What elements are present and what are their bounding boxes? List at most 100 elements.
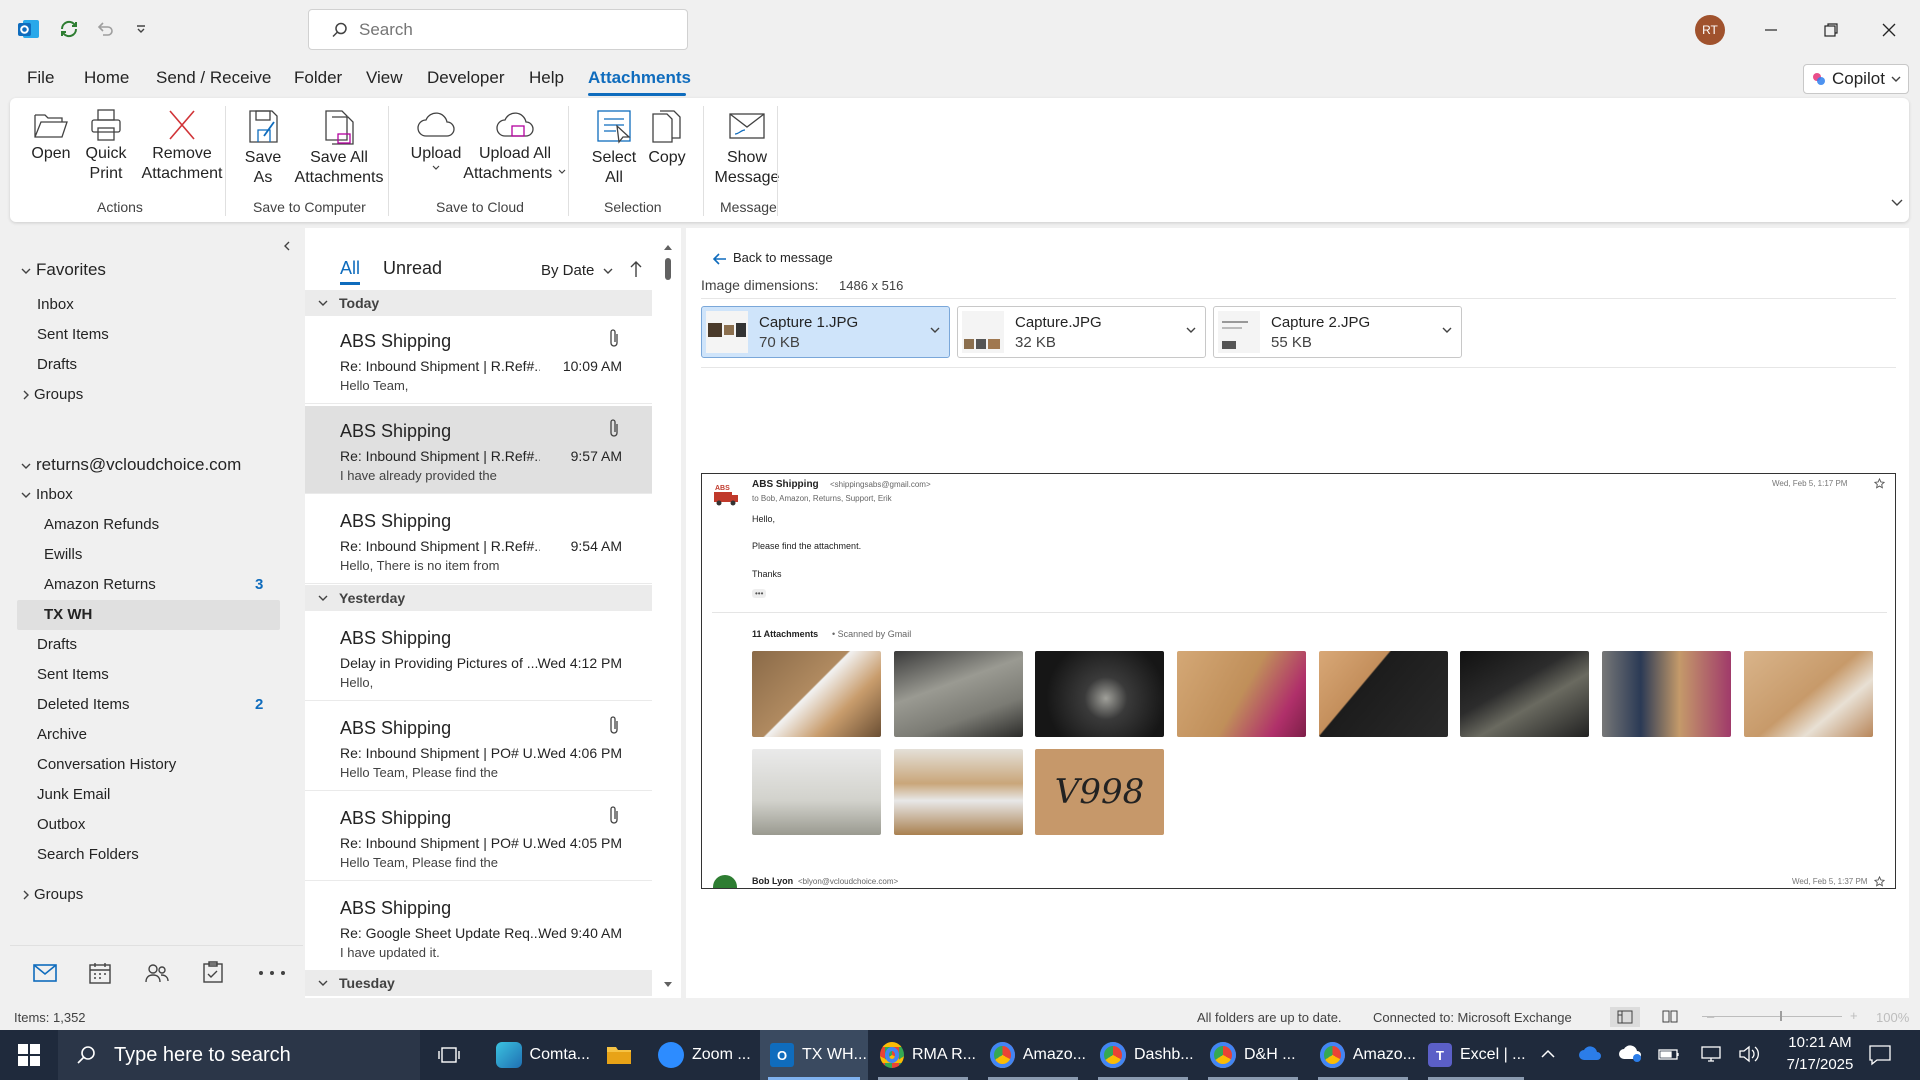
ribbon-collapse-icon[interactable] xyxy=(1890,198,1904,208)
more-apps-icon[interactable] xyxy=(258,970,286,976)
attachment-chip[interactable]: Capture 2.JPG 55 KB xyxy=(1213,306,1462,358)
zoom-level[interactable]: 100% xyxy=(1876,1010,1909,1025)
onedrive-icon[interactable] xyxy=(1578,1046,1602,1062)
group-header-tuesday[interactable]: Tuesday xyxy=(305,970,652,996)
quick-access-dropdown-icon[interactable] xyxy=(128,16,154,42)
search-input[interactable] xyxy=(359,19,659,40)
taskbar-search[interactable]: Type here to search xyxy=(58,1030,420,1080)
avatar[interactable]: RT xyxy=(1695,15,1725,45)
quick-print-button[interactable]: Quick Print xyxy=(83,108,129,184)
zoom-in-icon[interactable]: + xyxy=(1850,1008,1858,1023)
nav-ewills[interactable]: Ewills xyxy=(44,546,82,563)
show-hidden-icons-icon[interactable] xyxy=(1540,1048,1556,1060)
favorites-header[interactable]: Favorites xyxy=(20,260,106,280)
message-item-selected[interactable]: ABS Shipping Re: Inbound Shipment | R.Re… xyxy=(305,406,652,494)
menu-home[interactable]: Home xyxy=(84,68,129,88)
group-header-yesterday[interactable]: Yesterday xyxy=(305,585,652,611)
message-item[interactable]: ABS Shipping Delay in Providing Pictures… xyxy=(305,613,652,701)
nav-search-folders[interactable]: Search Folders xyxy=(37,846,139,863)
save-all-attachments-button[interactable]: Save All Attachments xyxy=(292,108,386,188)
message-item[interactable]: ABS Shipping Re: Inbound Shipment | PO# … xyxy=(305,793,652,881)
people-icon[interactable] xyxy=(144,961,170,985)
account-header[interactable]: returns@vcloudchoice.com xyxy=(20,455,241,475)
sort-by-date-button[interactable]: By Date xyxy=(541,262,614,279)
notifications-icon[interactable] xyxy=(1868,1044,1892,1066)
nav-tx-wh[interactable]: TX WH xyxy=(44,606,92,623)
battery-icon[interactable] xyxy=(1658,1046,1680,1062)
nav-inbox[interactable]: Inbox xyxy=(20,486,73,503)
volume-icon[interactable] xyxy=(1738,1045,1760,1063)
task-view-icon[interactable] xyxy=(438,1045,460,1065)
close-window-button[interactable] xyxy=(1866,10,1912,50)
search-box[interactable] xyxy=(308,9,688,50)
nav-fav-sent[interactable]: Sent Items xyxy=(37,326,109,343)
undo-icon[interactable] xyxy=(92,16,118,42)
zoom-out-icon[interactable]: – xyxy=(1707,1009,1714,1024)
group-header-today[interactable]: Today xyxy=(305,290,652,316)
message-list-scrollbar[interactable] xyxy=(661,240,675,992)
copy-button[interactable]: Copy xyxy=(642,108,692,168)
taskbar-app-outlook[interactable]: O TX WH... xyxy=(760,1030,868,1080)
nav-sent-items[interactable]: Sent Items xyxy=(37,666,109,683)
menu-file[interactable]: File xyxy=(27,68,54,88)
taskbar-app-file-explorer[interactable] xyxy=(594,1030,644,1080)
sort-direction-icon[interactable] xyxy=(630,260,642,278)
menu-attachments[interactable]: Attachments xyxy=(588,68,691,88)
save-as-button[interactable]: Save As xyxy=(242,108,284,188)
reading-view-icon[interactable] xyxy=(1662,1009,1678,1023)
calendar-icon[interactable] xyxy=(88,961,112,985)
onedrive-sync-icon[interactable] xyxy=(1618,1045,1642,1063)
network-icon[interactable] xyxy=(1700,1045,1722,1063)
restore-button[interactable] xyxy=(1808,10,1854,50)
normal-view-icon[interactable] xyxy=(1610,1007,1640,1027)
nav-groups[interactable]: Groups xyxy=(22,386,83,403)
back-to-message-link[interactable]: Back to message xyxy=(713,250,833,265)
nav-outbox[interactable]: Outbox xyxy=(37,816,85,833)
zoom-slider-thumb[interactable] xyxy=(1780,1011,1782,1021)
nav-fav-inbox[interactable]: Inbox xyxy=(37,296,74,313)
nav-conversation-history[interactable]: Conversation History xyxy=(37,756,176,773)
nav-amazon-returns[interactable]: Amazon Returns xyxy=(44,576,156,593)
taskbar-app-chrome[interactable]: RMA R... xyxy=(870,1030,976,1080)
menu-send-receive[interactable]: Send / Receive xyxy=(156,68,271,88)
windows-start-icon[interactable] xyxy=(18,1044,40,1066)
taskbar-app-chrome[interactable]: Amazo... xyxy=(980,1030,1086,1080)
chevron-down-icon[interactable] xyxy=(1185,325,1197,335)
tab-all[interactable]: All xyxy=(340,258,360,279)
minimize-button[interactable] xyxy=(1748,10,1794,50)
collapse-pane-icon[interactable] xyxy=(282,240,292,252)
message-item[interactable]: ABS Shipping Re: Google Sheet Update Req… xyxy=(305,883,652,971)
nav-archive[interactable]: Archive xyxy=(37,726,87,743)
message-item[interactable]: ABS Shipping Re: Inbound Shipment | PO# … xyxy=(305,703,652,791)
attachment-chip[interactable]: Capture.JPG 32 KB xyxy=(957,306,1206,358)
select-all-button[interactable]: Select All xyxy=(584,108,644,188)
taskbar-app-chrome[interactable]: Amazo... xyxy=(1310,1030,1416,1080)
remove-attachment-button[interactable]: Remove Attachment xyxy=(135,108,229,184)
taskbar-app-comtasker[interactable]: Comta... xyxy=(486,1030,590,1080)
taskbar-app-chrome[interactable]: Dashb... xyxy=(1090,1030,1196,1080)
message-item[interactable]: ABS Shipping Re: Inbound Shipment | R.Re… xyxy=(305,496,652,584)
nav-junk-email[interactable]: Junk Email xyxy=(37,786,110,803)
nav-amazon-refunds[interactable]: Amazon Refunds xyxy=(44,516,159,533)
clock-date[interactable]: 7/17/2025 xyxy=(1782,1056,1858,1073)
taskbar-app-teams[interactable]: T Excel | ... xyxy=(1420,1030,1532,1080)
mail-icon[interactable] xyxy=(32,962,58,984)
zoom-slider[interactable] xyxy=(1702,1016,1842,1017)
menu-developer[interactable]: Developer xyxy=(427,68,505,88)
upload-all-attachments-button[interactable]: Upload All Attachments xyxy=(460,108,570,184)
tasks-icon[interactable] xyxy=(202,960,224,984)
menu-view[interactable]: View xyxy=(366,68,403,88)
nav-deleted-items[interactable]: Deleted Items xyxy=(37,696,130,713)
menu-help[interactable]: Help xyxy=(529,68,564,88)
taskbar-app-chrome[interactable]: D&H ... xyxy=(1200,1030,1306,1080)
chevron-down-icon[interactable] xyxy=(929,325,941,335)
menu-folder[interactable]: Folder xyxy=(294,68,342,88)
nav-groups-2[interactable]: Groups xyxy=(22,886,83,903)
sync-icon[interactable] xyxy=(56,16,82,42)
taskbar-app-zoom[interactable]: Zoom ... xyxy=(648,1030,754,1080)
chevron-down-icon[interactable] xyxy=(1441,325,1453,335)
message-item[interactable]: ABS Shipping Re: Inbound Shipment | R.Re… xyxy=(305,316,652,404)
clock-time[interactable]: 10:21 AM xyxy=(1782,1034,1858,1051)
open-button[interactable]: Open xyxy=(30,108,72,164)
tab-unread[interactable]: Unread xyxy=(383,258,442,279)
